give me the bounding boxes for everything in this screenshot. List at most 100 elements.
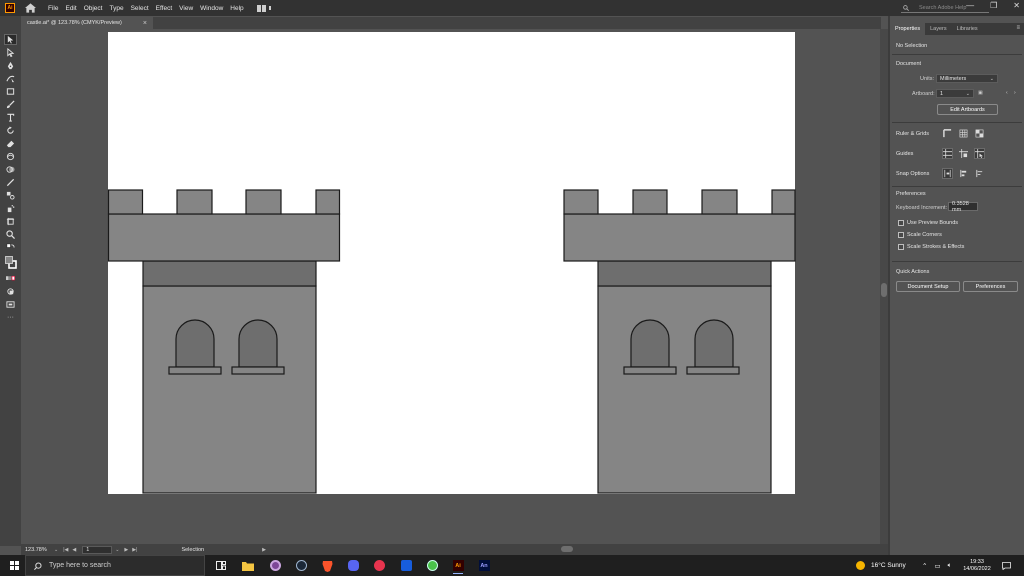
snap-to-glyph-icon[interactable]	[974, 168, 985, 179]
selection-tool-icon[interactable]	[4, 34, 17, 45]
left-sill-1[interactable]	[168, 366, 222, 375]
close-window-button[interactable]: ✕	[1013, 1, 1020, 10]
tab-layers[interactable]: Layers	[925, 23, 952, 35]
keyboard-increment-input[interactable]: 0.3528 mm	[948, 201, 978, 213]
tor-browser-icon[interactable]	[266, 557, 284, 574]
right-sill-1[interactable]	[623, 366, 677, 375]
vertical-scroll-thumb[interactable]	[881, 283, 887, 297]
eyedropper-tool-icon[interactable]	[4, 177, 17, 188]
rectangle-tool-icon[interactable]	[4, 86, 17, 97]
curvature-tool-icon[interactable]	[4, 73, 17, 84]
creative-cloud-icon[interactable]	[370, 557, 388, 574]
notifications-icon[interactable]	[1002, 555, 1011, 576]
right-merlon-2[interactable]	[632, 189, 668, 215]
zoom-dropdown-icon[interactable]: ⌄	[54, 547, 58, 553]
left-tower-collar[interactable]	[142, 260, 317, 287]
paintbrush-tool-icon[interactable]	[4, 99, 17, 110]
scale-strokes-effects-checkbox[interactable]	[898, 244, 904, 250]
zoom-level[interactable]: 123.78%	[25, 546, 51, 554]
snap-to-point-icon[interactable]	[942, 168, 953, 179]
horizontal-scroll-thumb[interactable]	[561, 546, 573, 552]
artboard-tool-icon[interactable]	[4, 216, 17, 227]
right-tower-parapet[interactable]	[563, 213, 796, 262]
steam-icon[interactable]	[292, 557, 310, 574]
zoom-tool-icon[interactable]	[4, 229, 17, 240]
left-tower-parapet[interactable]	[107, 213, 341, 262]
right-merlon-3[interactable]	[701, 189, 738, 215]
animate-taskbar-icon[interactable]: An	[475, 557, 493, 574]
right-merlon-1[interactable]	[563, 189, 599, 215]
menu-select[interactable]: Select	[131, 5, 149, 12]
menu-view[interactable]: View	[179, 5, 193, 12]
menu-object[interactable]: Object	[84, 5, 103, 12]
menu-file[interactable]: File	[48, 5, 58, 12]
screen-mode-icon[interactable]	[4, 299, 17, 310]
fill-stroke-swatch-icon[interactable]	[4, 255, 17, 271]
show-guides-icon[interactable]	[942, 148, 953, 159]
document-tab[interactable]: castle.ai* @ 123.78% (CMYK/Preview) ×	[21, 17, 153, 29]
blend-tool-icon[interactable]	[4, 190, 17, 201]
tab-libraries[interactable]: Libraries	[952, 23, 983, 35]
left-tower-body[interactable]	[142, 285, 317, 494]
right-sill-2[interactable]	[686, 366, 740, 375]
last-artboard-icon[interactable]: ▶|	[132, 547, 137, 553]
type-tool-icon[interactable]	[4, 112, 17, 123]
document-setup-button[interactable]: Document Setup	[896, 281, 960, 292]
edit-artboards-button[interactable]: Edit Artboards	[937, 104, 998, 115]
next-artboard-arrow-icon[interactable]: ›	[1014, 90, 1016, 96]
previous-artboard-icon[interactable]: ◀	[72, 547, 76, 553]
pen-tool-icon[interactable]	[4, 60, 17, 71]
show-hidden-icons[interactable]: ⌃	[922, 562, 927, 570]
right-tower-body[interactable]	[597, 285, 772, 494]
swap-fill-stroke-icon[interactable]	[4, 242, 17, 253]
units-dropdown[interactable]: Millimeters ⌄	[936, 74, 998, 83]
transparency-grid-icon[interactable]	[974, 128, 985, 139]
left-merlon-1[interactable]	[107, 189, 144, 215]
artboard-number-field[interactable]: 1	[82, 545, 113, 554]
menu-type[interactable]: Type	[109, 5, 123, 12]
volume-icon[interactable]: 🔈︎	[948, 562, 952, 570]
clock[interactable]: 19:33 14/06/2022	[962, 555, 992, 576]
taskbar-search[interactable]: Type here to search	[25, 555, 205, 576]
right-tower-collar[interactable]	[597, 260, 772, 287]
close-tab-icon[interactable]: ×	[143, 20, 147, 27]
artboard-options-icon[interactable]: ▣	[978, 90, 983, 96]
lock-guides-icon[interactable]	[958, 148, 969, 159]
workspace-switcher-icon[interactable]	[256, 4, 273, 13]
bitwarden-icon[interactable]	[397, 557, 415, 574]
snap-to-pixel-icon[interactable]	[958, 168, 969, 179]
weather-widget[interactable]: 16°C Sunny	[856, 555, 906, 576]
menu-edit[interactable]: Edit	[65, 5, 76, 12]
shape-builder-tool-icon[interactable]	[4, 164, 17, 175]
menu-help[interactable]: Help	[230, 5, 243, 12]
task-view-icon[interactable]	[212, 557, 230, 574]
left-window-1[interactable]	[175, 319, 215, 368]
edit-toolbar-icon[interactable]: ···	[4, 312, 17, 323]
rotate-tool-icon[interactable]	[4, 125, 17, 136]
left-merlon-4[interactable]	[315, 189, 341, 215]
discord-icon[interactable]	[344, 557, 362, 574]
first-artboard-icon[interactable]: |◀	[63, 547, 68, 553]
menu-effect[interactable]: Effect	[156, 5, 173, 12]
previous-artboard-arrow-icon[interactable]: ‹	[1006, 90, 1008, 96]
rulers-icon[interactable]	[942, 128, 953, 139]
maximize-button[interactable]: ❐	[990, 1, 997, 10]
eraser-tool-icon[interactable]	[4, 138, 17, 149]
direct-selection-tool-icon[interactable]	[4, 47, 17, 58]
xbox-icon[interactable]	[423, 557, 441, 574]
drawing-modes-icon[interactable]	[4, 286, 17, 297]
next-artboard-icon[interactable]: ▶	[124, 547, 128, 553]
panel-menu-icon[interactable]: ≡	[1016, 25, 1020, 31]
home-icon[interactable]	[25, 3, 36, 13]
right-window-1[interactable]	[630, 319, 670, 368]
smart-guides-icon[interactable]	[974, 148, 985, 159]
color-modes-icon[interactable]	[4, 273, 17, 284]
brave-icon[interactable]	[318, 557, 336, 574]
left-merlon-2[interactable]	[176, 189, 213, 215]
network-icon[interactable]: ▭	[934, 562, 940, 570]
left-sill-2[interactable]	[231, 366, 285, 375]
start-button[interactable]	[10, 561, 19, 570]
left-window-2[interactable]	[238, 319, 278, 368]
minimize-button[interactable]: —	[966, 1, 974, 10]
tab-properties[interactable]: Properties	[890, 23, 926, 35]
